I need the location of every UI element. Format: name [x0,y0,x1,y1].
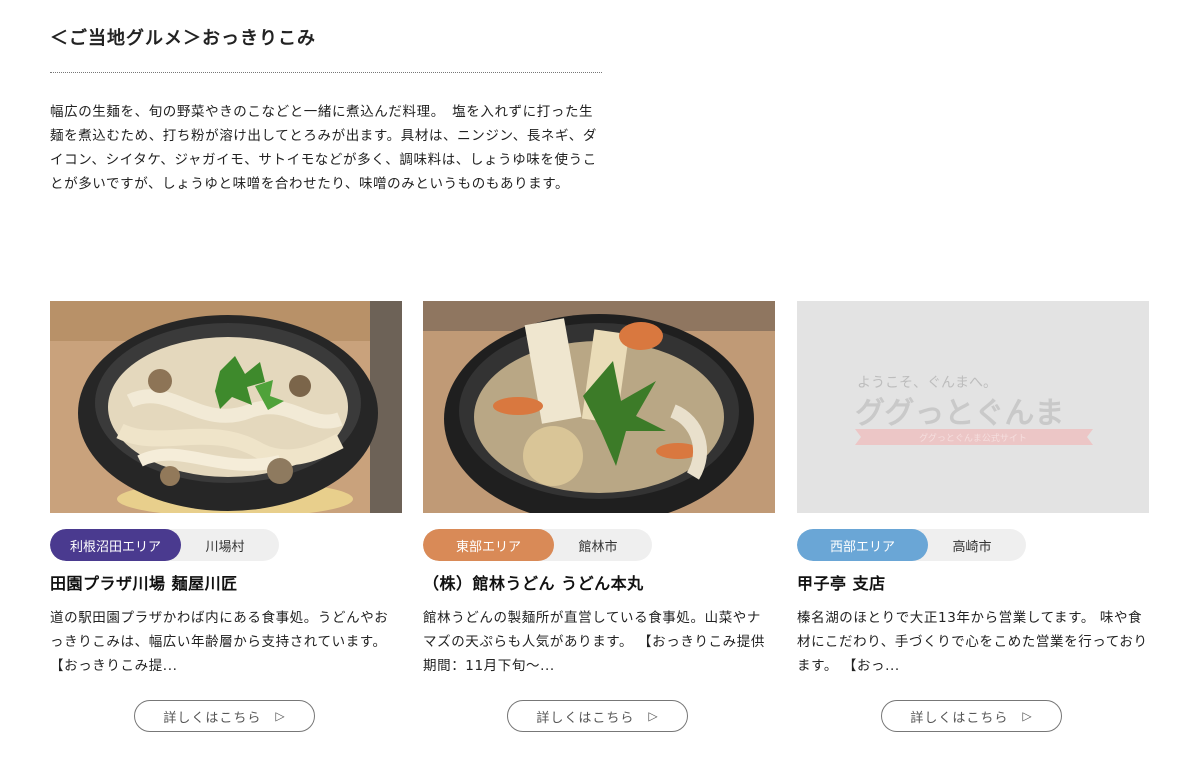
play-arrow-icon: ▷ [648,709,659,723]
restaurant-card: ようこそ、ぐんまへ。 ググっとぐんま ググっとぐんま公式サイト 西部エリア 高崎… [797,301,1149,732]
dish-photo[interactable] [50,301,402,513]
play-arrow-icon: ▷ [275,709,286,723]
play-arrow-icon: ▷ [1022,709,1033,723]
restaurant-name: （株）館林うどん うどん本丸 [423,574,644,593]
restaurant-name: 甲子亭 支店 [797,574,886,593]
placeholder-subtitle: ググっとぐんま公式サイト [919,432,1027,444]
placeholder-image[interactable]: ようこそ、ぐんまへ。 ググっとぐんま ググっとぐんま公式サイト [797,301,1149,513]
tag-group: 利根沼田エリア 川場村 [50,529,279,561]
restaurant-name: 田園プラザ川場 麺屋川匠 [50,574,238,593]
area-tag[interactable]: 西部エリア [797,529,928,561]
section-description: 幅広の生麺を、旬の野菜やきのこなどと一緒に煮込んだ料理。 塩を入れずに打った生麺… [50,104,597,192]
details-button[interactable]: 詳しくはこちら ▷ [881,700,1062,732]
details-button-label: 詳しくはこちら [163,710,262,726]
tag-group: 東部エリア 館林市 [423,529,652,561]
tag-group: 西部エリア 高崎市 [797,529,1026,561]
restaurant-description: 道の駅田園プラザかわば内にある食事処。うどんやおっきりこみは、幅広い年齢層から支… [50,610,389,674]
restaurant-description: 榛名湖のほとりで大正13年から営業してます。 味や食材にこだわり、手づくりで心を… [797,610,1148,674]
dish-photo[interactable] [423,301,775,513]
details-button[interactable]: 詳しくはこちら ▷ [507,700,688,732]
restaurant-description: 館林うどんの製麺所が直営している食事処。山菜やナマズの天ぷらも人気があります。 … [423,610,765,674]
dotted-divider [50,72,602,73]
area-tag[interactable]: 利根沼田エリア [50,529,181,561]
intro-section: ＜ご当地グルメ＞おっきりこみ 幅広の生麺を、旬の野菜やきのこなどと一緒に煮込んだ… [50,24,602,196]
city-tag[interactable]: 館林市 [554,529,652,561]
city-tag[interactable]: 高崎市 [928,529,1026,561]
section-title: ＜ご当地グルメ＞おっきりこみ [50,28,316,49]
placeholder-logo: ググっとぐんま [855,396,1064,431]
area-tag[interactable]: 東部エリア [423,529,554,561]
details-button-label: 詳しくはこちら [910,710,1009,726]
restaurant-card: 東部エリア 館林市 （株）館林うどん うどん本丸 館林うどんの製麺所が直営してい… [423,301,775,732]
restaurant-card: 利根沼田エリア 川場村 田園プラザ川場 麺屋川匠 道の駅田園プラザかわば内にある… [50,301,402,732]
city-tag[interactable]: 川場村 [181,529,279,561]
details-button[interactable]: 詳しくはこちら ▷ [134,700,315,732]
placeholder-tagline: ようこそ、ぐんまへ。 [857,375,997,391]
details-button-label: 詳しくはこちら [536,710,635,726]
